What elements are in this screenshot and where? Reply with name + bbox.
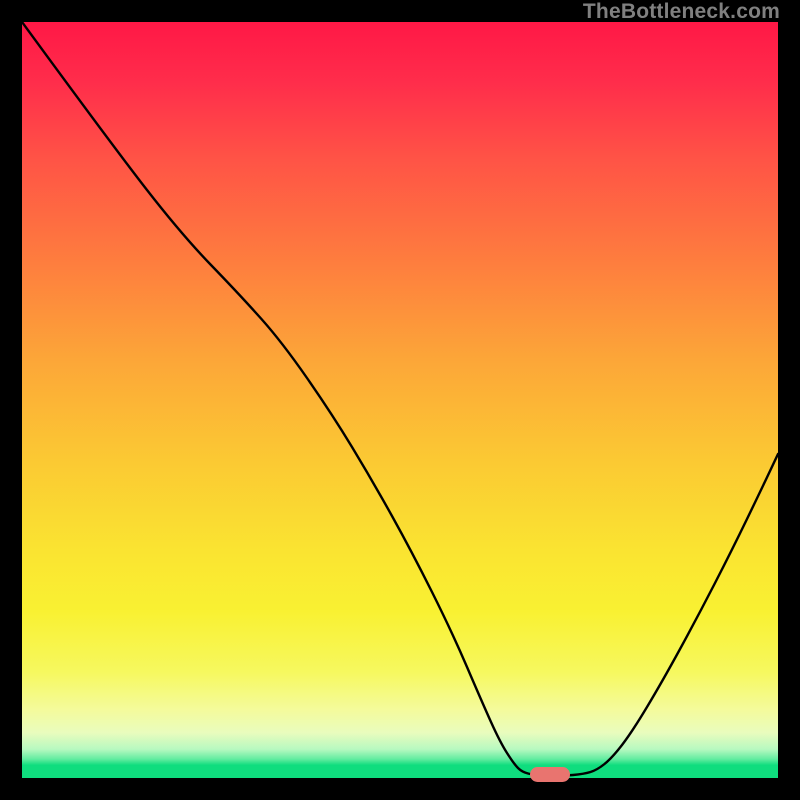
chart-plot-area: [22, 22, 778, 778]
attribution-watermark: TheBottleneck.com: [583, 0, 780, 24]
plot-area: [22, 22, 778, 778]
bottleneck-curve: [22, 22, 778, 778]
optimal-marker: [530, 767, 570, 782]
